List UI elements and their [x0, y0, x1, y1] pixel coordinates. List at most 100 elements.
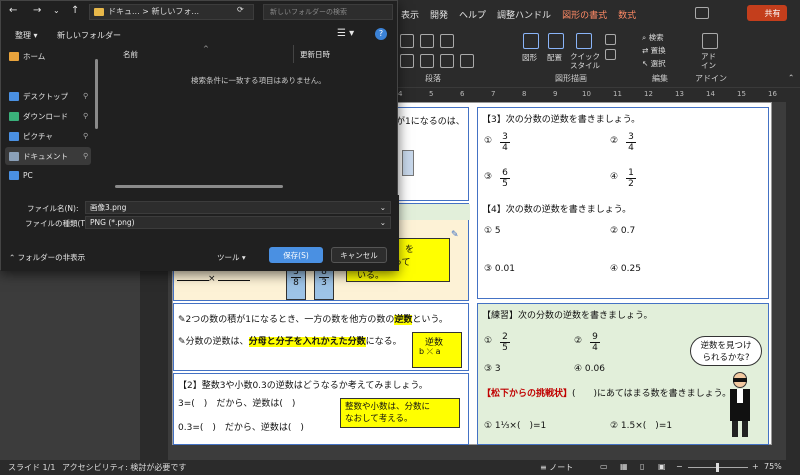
pin-icon: ⚲ [83, 152, 89, 160]
breadcrumb-documents[interactable]: ドキュ... [108, 7, 140, 16]
pin-icon: ⚲ [83, 132, 89, 140]
ruler-mark: 14 [706, 90, 715, 98]
tab-developer[interactable]: 開発 [430, 8, 448, 21]
pc-icon [9, 171, 19, 180]
help-icon[interactable]: ? [375, 28, 387, 40]
frac-line [218, 280, 250, 281]
pictures-icon [9, 132, 19, 141]
collapse-ribbon-icon[interactable]: ⌃ [788, 73, 794, 82]
organize-label: 整理 [15, 31, 31, 40]
indent-icon[interactable] [440, 34, 454, 48]
align-center-icon[interactable] [420, 54, 434, 68]
question-2-title: 【2】整数3や小数0.3の逆数はどうなるか考えてみましょう。 [178, 381, 428, 391]
filetype-label: ファイルの種類(T): [25, 219, 91, 228]
filename-value: 画像3.png [90, 203, 127, 212]
search-command[interactable]: ⌕ 検索 [642, 32, 664, 43]
ribbon: 段落 図形 配置 クイック スタイル 図形描画 ⌕ 検索 ⇄ 置換 ↖ 選択 編… [390, 28, 800, 88]
justify-icon[interactable] [460, 54, 474, 68]
breadcrumb-new-folder[interactable]: 新しいフォ... [151, 7, 199, 16]
zoom-slider-thumb[interactable] [716, 463, 719, 472]
new-folder-button[interactable]: 新しいフォルダー [57, 30, 121, 41]
horizontal-scrollbar[interactable] [115, 185, 283, 188]
tab-view[interactable]: 表示 [401, 8, 419, 21]
question-3-title: 【3】次の分数の逆数を書きましょう。 [482, 115, 641, 125]
recent-chevron-icon[interactable]: ⌄ [53, 6, 60, 15]
question-2-line-1-a: 3= [178, 399, 192, 409]
column-divider[interactable] [293, 45, 294, 63]
question-2-line-2-a: 0.3= [178, 423, 200, 433]
tab-adjust-handle[interactable]: 調整ハンドル [497, 8, 551, 21]
definition-2-highlight: 分母と分子を入れかえた分数 [248, 337, 366, 347]
comment-icon[interactable] [695, 7, 709, 19]
view-sorter-icon[interactable]: ▦ [620, 462, 628, 471]
filetype-dropdown-icon[interactable]: ⌄ [380, 217, 386, 228]
quick-style-icon[interactable] [576, 33, 592, 49]
arrange-icon[interactable] [548, 33, 564, 49]
challenge-1-pre: ① 1 [484, 421, 501, 431]
back-arrow-icon[interactable]: ← [9, 5, 17, 16]
nav-pc[interactable]: PC [9, 171, 33, 180]
filename-dropdown-icon[interactable]: ⌄ [380, 202, 386, 213]
filetype-select[interactable]: PNG (*.png) ⌄ [85, 216, 391, 229]
shape-fill-icon[interactable] [605, 34, 616, 45]
tab-equation[interactable]: 数式 [618, 8, 636, 21]
organize-menu[interactable]: 整理 ▾ [15, 30, 38, 41]
nav-pictures[interactable]: ピクチャ [9, 131, 53, 142]
group-drawing-label: 図形描画 [555, 74, 587, 83]
view-reading-icon[interactable]: ▯ [640, 462, 644, 471]
tab-help[interactable]: ヘルプ [459, 8, 486, 21]
select-command-label: 選択 [650, 59, 666, 68]
slideshow-icon[interactable]: ▣ [658, 462, 666, 471]
ruler-mark: 16 [768, 90, 777, 98]
save-button[interactable]: 保存(S) [269, 247, 323, 263]
zoom-in-button[interactable]: + [752, 462, 759, 471]
up-arrow-icon[interactable]: ↑ [71, 5, 79, 16]
search-input[interactable]: 新しいフォルダーの検索 [263, 4, 393, 20]
slide-info[interactable]: スライド 1/1 [8, 462, 55, 473]
column-date[interactable]: 更新日時 [300, 49, 330, 60]
filename-input[interactable]: 画像3.png ⌄ [85, 201, 391, 214]
forward-arrow-icon[interactable]: → [33, 5, 41, 16]
question-2-line-1: 3=( ) だから、逆数は( ) [178, 399, 296, 409]
nav-home[interactable]: ホーム [9, 51, 45, 62]
status-bar: スライド 1/1 アクセシビリティ: 検討が必要です ≡ ノート ▭ ▦ ▯ ▣… [0, 460, 800, 475]
replace-command-label: 置換 [650, 46, 666, 55]
addins-icon[interactable] [702, 33, 718, 49]
zoom-out-button[interactable]: − [676, 462, 683, 471]
replace-command[interactable]: ⇄ 置換 [642, 45, 666, 56]
column-name[interactable]: 名前 [123, 49, 138, 60]
dialog-commandbar: 整理 ▾ 新しいフォルダー ☰ ▾ ? [1, 25, 399, 45]
address-bar[interactable]: ドキュ... > 新しいフォ... [89, 4, 254, 20]
nav-downloads[interactable]: ダウンロード [9, 111, 68, 122]
nav-documents[interactable]: ドキュメント [9, 151, 68, 162]
cancel-button[interactable]: キャンセル [331, 247, 387, 263]
frac-line [177, 280, 209, 281]
shape-outline-icon[interactable] [605, 49, 616, 60]
ruler-mark: 4 [398, 90, 403, 98]
nav-desktop[interactable]: デスクトップ [9, 91, 68, 102]
definition-box: ✎2つの数の積が1になるとき、一方の数を他方の数の逆数という。 ✎分数の逆数は、… [173, 303, 469, 371]
definition-1: ✎2つの数の積が1になるとき、一方の数を他方の数の逆数という。 [178, 315, 448, 325]
align-right-icon[interactable] [440, 54, 454, 68]
practice-box: 【練習】次の分数の逆数を書きましょう。 ① 25 ② 94 ③ 3 ④ 0.06… [477, 303, 769, 445]
vertical-scrollbar[interactable] [786, 102, 800, 460]
accessibility-status[interactable]: アクセシビリティ: 検討が必要です [62, 462, 186, 473]
shapes-icon[interactable] [523, 33, 539, 49]
numbering-icon[interactable] [420, 34, 434, 48]
select-command[interactable]: ↖ 選択 [642, 58, 666, 69]
tools-menu[interactable]: ツール ▾ [217, 252, 246, 263]
nav-scrollbar[interactable] [95, 59, 98, 129]
tab-shape-format[interactable]: 図形の書式 [562, 8, 607, 21]
notes-button[interactable]: ≡ ノート [540, 462, 573, 473]
view-options-icon[interactable]: ☰ ▾ [337, 28, 354, 39]
refresh-icon[interactable]: ⟳ [237, 5, 244, 14]
view-normal-icon[interactable]: ▭ [600, 462, 608, 471]
zoom-level[interactable]: 75% [764, 462, 782, 471]
q3-item-3-n: 6 [502, 168, 508, 178]
hide-folders-toggle[interactable]: ⌃ フォルダーの非表示 [9, 252, 85, 263]
share-button[interactable]: 共有 [747, 5, 787, 21]
practice-2-d: 4 [592, 343, 598, 353]
align-left-icon[interactable] [400, 54, 414, 68]
bullets-icon[interactable] [400, 34, 414, 48]
practice-4: ④ 0.06 [574, 364, 605, 374]
